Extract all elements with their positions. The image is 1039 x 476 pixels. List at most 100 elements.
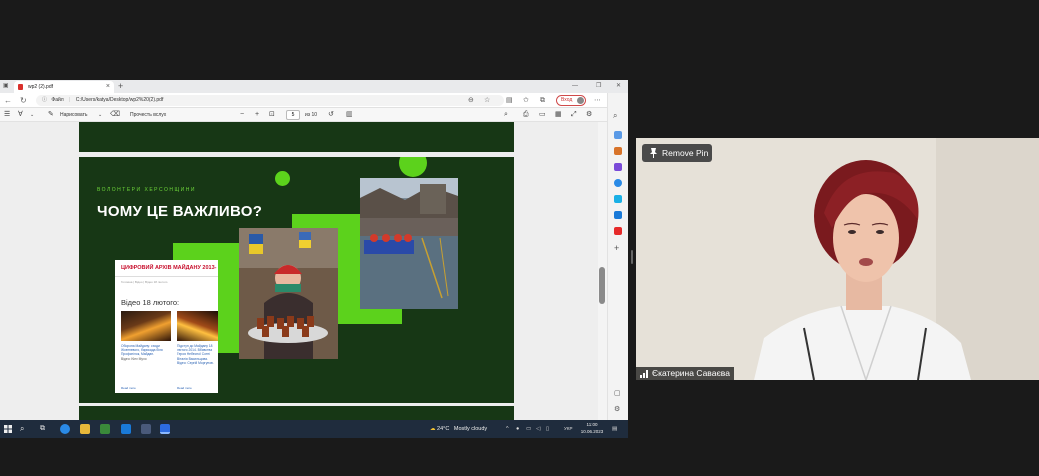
fullscreen-icon[interactable]: ⤢ [571, 108, 577, 122]
zoom-in-icon[interactable]: + [255, 108, 259, 122]
zoom-out-icon[interactable]: − [240, 108, 244, 122]
read-more-link-1: Read more [121, 386, 136, 390]
sidebar-outlook-icon[interactable] [614, 195, 622, 203]
highlight-dropdown-icon[interactable]: ⌄ [30, 108, 34, 122]
pdf-scrollbar-thumb[interactable] [599, 267, 605, 304]
draw-button[interactable]: Нарисовать [60, 108, 87, 122]
archive-video-title: Відео 18 лютого: [121, 298, 180, 307]
video-thumbnail-1 [121, 311, 171, 341]
new-tab-button[interactable]: + [118, 80, 123, 93]
taskbar-edge-icon[interactable] [60, 424, 70, 434]
read-aloud-button[interactable]: Прочесть вслух [130, 108, 166, 122]
maximize-icon[interactable]: ❐ [596, 80, 601, 93]
save-icon[interactable]: ▭ [539, 108, 546, 122]
sidebar-games-icon[interactable] [614, 163, 622, 171]
pdf-scrollbar[interactable] [598, 122, 607, 420]
info-icon: ⓘ [42, 97, 48, 103]
network-icon[interactable]: ▭ [526, 420, 531, 438]
tray-chevron-icon[interactable]: ^ [506, 420, 509, 438]
pin-icon [650, 148, 657, 158]
pdf-toolbar: ☰ ∀ ⌄ ✎ Нарисовать ⌄ ⌫ Прочесть вслух − … [0, 108, 607, 122]
favorite-star-icon[interactable]: ☆ [484, 93, 490, 108]
search-icon[interactable]: ⌕ [504, 108, 508, 122]
split-screen-icon[interactable]: ▤ [506, 93, 513, 108]
rotate-icon[interactable]: ↺ [328, 108, 334, 122]
sidebar-search-icon[interactable]: ⌕ [613, 111, 617, 121]
edge-sidebar: ⌕ + ▢ ⚙ [607, 93, 628, 420]
flood-photo [360, 178, 458, 309]
remove-pin-label: Remove Pin [662, 148, 709, 158]
sign-in-button[interactable]: Вход [556, 95, 586, 106]
save-as-icon[interactable]: ▦ [555, 108, 562, 122]
participant-name: Єкатерина Саваєва [652, 368, 730, 378]
favorites-icon[interactable]: ✩ [523, 93, 529, 108]
temperature: 24°C [437, 426, 450, 432]
sidebar-tools-icon[interactable] [614, 147, 622, 155]
taskbar-search-icon[interactable]: ⌕ [20, 420, 24, 438]
tab-actions-icon[interactable]: ▣ [3, 80, 9, 93]
windows-taskbar: ⌕ ⧉ ☁ 24°C Mostly cloudy ^ ● ▭ ◁ ▯ УКР 1… [0, 420, 628, 438]
minimize-icon[interactable]: — [572, 80, 578, 93]
sidebar-send-icon[interactable] [614, 211, 622, 219]
mic-icon[interactable]: ● [516, 420, 519, 438]
taskbar-store-icon[interactable] [100, 424, 110, 434]
sign-in-label: Вход [561, 97, 573, 103]
volume-icon[interactable]: ◁ [536, 420, 540, 438]
page-view-icon[interactable]: ▥ [346, 108, 353, 122]
sidebar-tag-icon[interactable] [614, 131, 622, 139]
settings-icon[interactable]: ⚙ [586, 108, 592, 122]
battery-icon[interactable]: ▯ [546, 420, 549, 438]
collections-icon[interactable]: ⧉ [540, 93, 545, 108]
taskbar-clock[interactable]: 11:00 10.06.2023 [578, 422, 606, 435]
splitter-handle[interactable] [631, 250, 633, 264]
taskbar-explorer-icon[interactable] [80, 424, 90, 434]
weather-widget[interactable]: ☁ 24°C Mostly cloudy [430, 420, 487, 438]
taskbar-mail-icon[interactable] [121, 424, 131, 434]
refresh-icon[interactable]: ↻ [20, 93, 27, 108]
contents-icon[interactable]: ☰ [4, 108, 10, 122]
browser-tab-bar: ▣ wp2 (2).pdf × + — ❐ ✕ [0, 80, 628, 93]
more-menu-icon[interactable]: ⋯ [594, 93, 601, 108]
url-field[interactable]: ⓘ Файл | C:/Users/katya/Desktop/wp2%20(2… [36, 95, 504, 106]
participant-video-tile: Remove Pin Єкатерина Саваєва [636, 138, 1039, 380]
pdf-viewer[interactable]: ВОЛОНТЕРИ ХЕРСОНЩИНИ ЧОМУ ЦЕ ВАЖЛИВО? ЦИ… [0, 122, 607, 420]
language-indicator[interactable]: УКР [564, 420, 572, 438]
taskbar-app-icon[interactable] [141, 424, 151, 434]
pdf-file-icon [18, 84, 23, 90]
tab-pdf[interactable]: wp2 (2).pdf × [14, 81, 114, 93]
draw-dropdown-icon[interactable]: ⌄ [98, 108, 102, 122]
pdf-page-next [79, 406, 514, 420]
archive-breadcrumb: Головна | Відео | Відео 18 лютого [121, 280, 168, 284]
sidebar-office-icon[interactable] [614, 179, 622, 187]
video-thumbnail-2 [177, 311, 218, 341]
eraser-icon[interactable]: ⌫ [110, 108, 120, 122]
pdf-page-previous [79, 122, 514, 152]
decor-circle-small [275, 171, 290, 186]
taskbar-zoom-icon[interactable] [160, 424, 170, 434]
address-bar: ← ↻ ⓘ Файл | C:/Users/katya/Desktop/wp2%… [0, 93, 628, 108]
participant-video [636, 138, 1039, 380]
remove-pin-button[interactable]: Remove Pin [642, 144, 712, 162]
sidebar-add-icon[interactable]: + [614, 243, 619, 253]
draw-icon[interactable]: ✎ [48, 108, 54, 122]
pdf-page-slide: ВОЛОНТЕРИ ХЕРСОНЩИНИ ЧОМУ ЦЕ ВАЖЛИВО? ЦИ… [79, 157, 514, 403]
task-view-icon[interactable]: ⧉ [40, 420, 45, 438]
windows-start-icon[interactable] [4, 425, 12, 433]
sidebar-youtube-icon[interactable] [614, 227, 622, 235]
avatar-icon [577, 97, 584, 104]
url-scheme-label: Файл [51, 97, 64, 103]
print-icon[interactable]: ⎙ [523, 108, 529, 122]
sidebar-layout-icon[interactable]: ▢ [614, 389, 621, 397]
sidebar-settings-icon[interactable]: ⚙ [614, 405, 620, 413]
close-tab-icon[interactable]: × [106, 81, 110, 93]
shared-screen: ▣ wp2 (2).pdf × + — ❐ ✕ ← ↻ ⓘ Файл | C:/… [0, 80, 628, 438]
notifications-icon[interactable]: ▤ [612, 420, 617, 438]
page-number-input[interactable]: 5 [286, 110, 300, 120]
fit-page-icon[interactable]: ⊡ [269, 108, 275, 122]
close-window-icon[interactable]: ✕ [616, 80, 621, 93]
back-icon[interactable]: ← [4, 93, 12, 108]
highlight-icon[interactable]: ∀ [18, 108, 23, 122]
clock-date: 10.06.2023 [580, 428, 604, 434]
zoom-icon[interactable]: ⊖ [468, 93, 474, 108]
decor-circle-large [399, 157, 427, 177]
